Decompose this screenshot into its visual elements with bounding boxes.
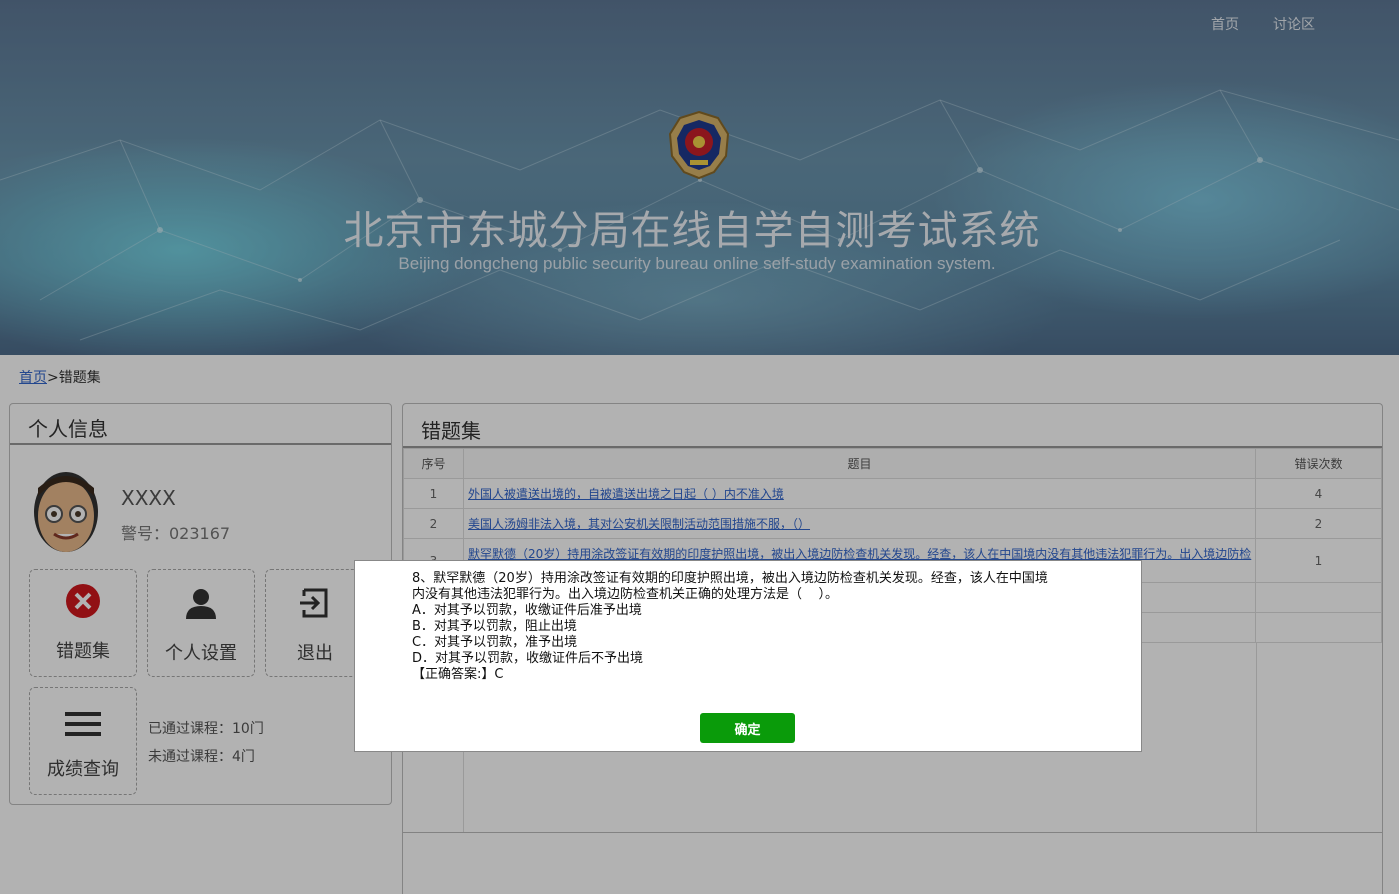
question-line: 内没有其他违法犯罪行为。出入境边防检查机关正确的处理方法是（ ）。	[412, 587, 839, 602]
question-detail-dialog: 8、默罕默德（20岁）持用涂改签证有效期的印度护照出境，被出入境边防检查机关发现…	[354, 560, 1142, 752]
question-detail-text: 8、默罕默德（20岁）持用涂改签证有效期的印度护照出境，被出入境边防检查机关发现…	[412, 571, 1102, 683]
modal-overlay	[0, 0, 1399, 894]
option-b: B．对其予以罚款，阻止出境	[412, 619, 577, 634]
option-c: C．对其予以罚款，准予出境	[412, 635, 578, 650]
correct-answer: 【正确答案:】C	[412, 667, 504, 682]
confirm-button[interactable]: 确定	[700, 713, 795, 743]
option-a: A．对其予以罚款，收缴证件后准予出境	[412, 603, 642, 618]
option-d: D．对其予以罚款，收缴证件后不予出境	[412, 651, 644, 666]
question-line: 8、默罕默德（20岁）持用涂改签证有效期的印度护照出境，被出入境边防检查机关发现…	[412, 571, 1048, 586]
